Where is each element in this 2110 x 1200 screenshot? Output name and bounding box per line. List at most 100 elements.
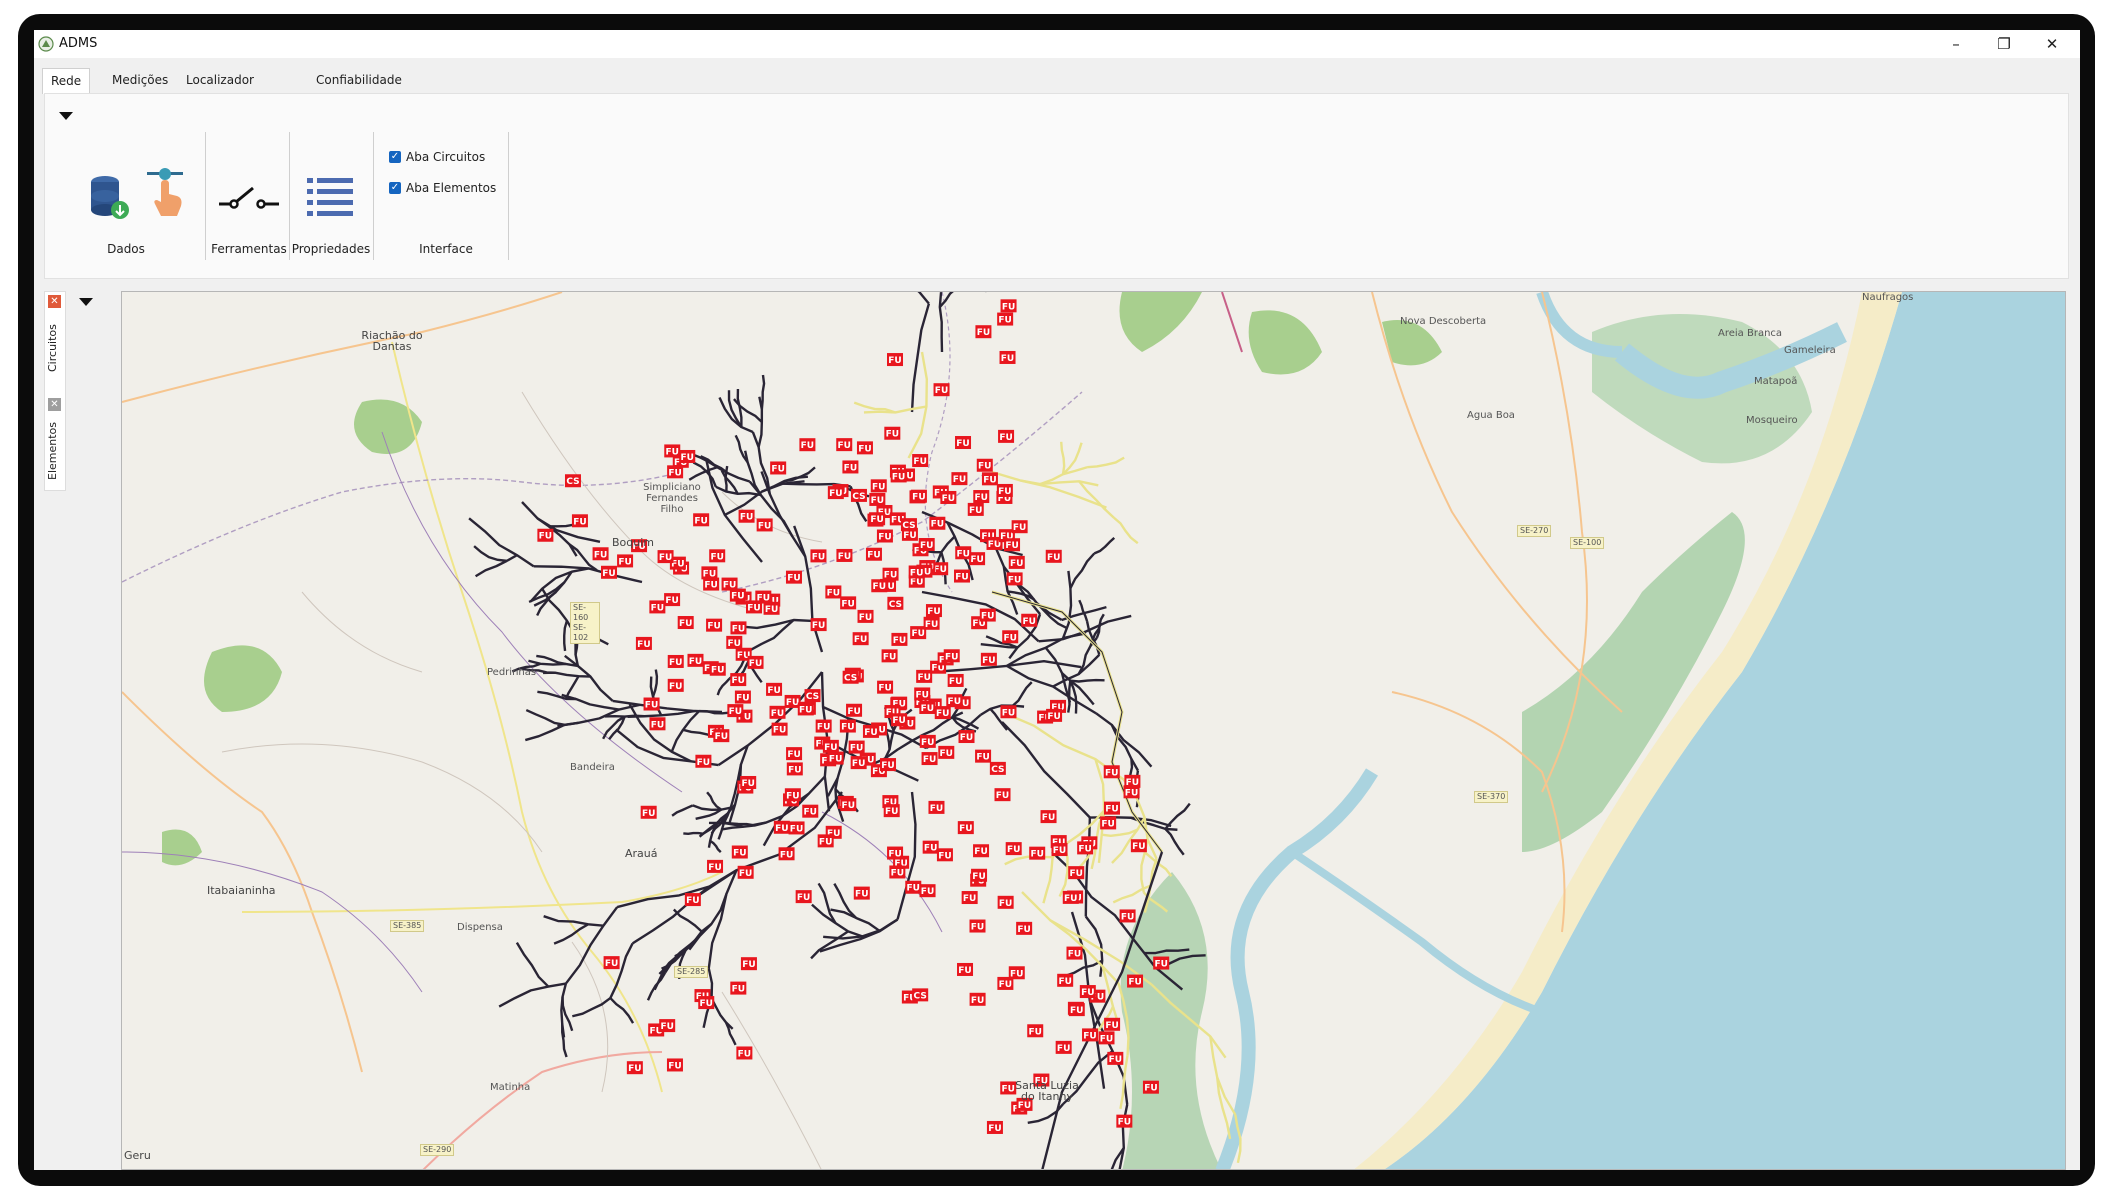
feeder-line[interactable] bbox=[572, 997, 612, 1018]
fuse-marker[interactable]: FU bbox=[747, 655, 764, 669]
feeder-line[interactable] bbox=[710, 997, 734, 1030]
fuse-marker[interactable]: FU bbox=[737, 865, 754, 879]
fuse-marker[interactable]: FU bbox=[869, 512, 886, 526]
fuse-marker[interactable]: FU bbox=[998, 429, 1015, 443]
fuse-marker[interactable]: FU bbox=[1153, 956, 1170, 970]
fuse-marker[interactable]: FU bbox=[731, 845, 748, 859]
fuse-marker[interactable]: FU bbox=[667, 678, 684, 692]
fuse-marker[interactable]: FU bbox=[1005, 842, 1022, 856]
fuse-marker[interactable]: FU bbox=[664, 593, 681, 607]
fuse-marker[interactable]: FU bbox=[975, 749, 992, 763]
fuse-marker[interactable]: FU bbox=[773, 820, 790, 834]
fuse-marker[interactable]: FU bbox=[975, 325, 992, 339]
fuse-marker[interactable]: FU bbox=[940, 490, 957, 504]
side-tab-circuitos[interactable]: Circuitos bbox=[46, 312, 59, 372]
feeder-line[interactable] bbox=[760, 374, 766, 410]
fuse-marker[interactable]: FU bbox=[919, 884, 936, 898]
fuse-marker[interactable]: FU bbox=[617, 554, 634, 568]
fuse-marker[interactable]: FU bbox=[786, 747, 803, 761]
fuse-marker[interactable]: FU bbox=[1011, 520, 1028, 534]
feeder-line[interactable] bbox=[1078, 599, 1089, 622]
fuse-marker[interactable]: FU bbox=[1055, 1040, 1072, 1054]
fuse-marker[interactable]: FU bbox=[799, 438, 816, 452]
feeder-line[interactable] bbox=[1004, 855, 1053, 866]
fuse-marker[interactable]: FU bbox=[730, 673, 747, 687]
feeder-line[interactable] bbox=[692, 804, 731, 812]
fuse-marker[interactable]: FU bbox=[740, 957, 757, 971]
fuse-marker[interactable]: FU bbox=[1062, 890, 1079, 904]
feeder-line[interactable] bbox=[1011, 681, 1033, 707]
fuse-marker[interactable]: FU bbox=[571, 514, 588, 528]
feeder-line[interactable] bbox=[1209, 1036, 1237, 1116]
feeder-line[interactable] bbox=[1069, 552, 1096, 589]
fuse-marker[interactable]: FU bbox=[865, 547, 882, 561]
feeder-line[interactable] bbox=[716, 677, 731, 696]
fuse-marker[interactable]: FU bbox=[961, 891, 978, 905]
fuse-marker[interactable]: FU bbox=[947, 673, 964, 687]
fuse-marker[interactable]: FU bbox=[817, 834, 834, 848]
fuse-marker[interactable]: FU bbox=[729, 588, 746, 602]
fuse-marker[interactable]: FU bbox=[1082, 1028, 1099, 1042]
feeder-line[interactable] bbox=[524, 721, 579, 742]
feeder-line[interactable] bbox=[1144, 948, 1190, 955]
ribbon-collapse-icon[interactable] bbox=[59, 112, 73, 120]
fuse-marker[interactable]: FU bbox=[698, 996, 715, 1010]
fuse-marker[interactable]: FU bbox=[1021, 613, 1038, 627]
fuse-marker[interactable]: FU bbox=[923, 616, 940, 630]
fuse-marker[interactable]: FU bbox=[938, 745, 955, 759]
fuse-marker[interactable]: FU bbox=[891, 713, 908, 727]
fuse-marker[interactable]: FU bbox=[1116, 1114, 1133, 1128]
fuse-marker[interactable]: CS bbox=[804, 689, 821, 703]
fuse-marker[interactable]: FU bbox=[1107, 1051, 1124, 1065]
fuse-marker[interactable]: FU bbox=[997, 976, 1014, 990]
fuse-marker[interactable]: FU bbox=[730, 621, 747, 635]
fuse-marker[interactable]: FU bbox=[1000, 299, 1017, 313]
fuse-marker[interactable]: FU bbox=[784, 788, 801, 802]
fuse-marker[interactable]: CS bbox=[850, 488, 867, 502]
feeder-line[interactable] bbox=[1084, 817, 1092, 917]
fuse-marker[interactable]: FU bbox=[730, 981, 747, 995]
fuse-marker[interactable]: FU bbox=[1000, 705, 1017, 719]
fuse-marker[interactable]: FU bbox=[839, 719, 856, 733]
fuse-marker[interactable]: FU bbox=[736, 1046, 753, 1060]
feeder-line[interactable] bbox=[1095, 712, 1153, 768]
fuse-marker[interactable]: FU bbox=[635, 636, 652, 650]
fuse-marker[interactable]: FU bbox=[912, 454, 929, 468]
feeder-line[interactable] bbox=[1001, 721, 1091, 819]
feeder-line[interactable] bbox=[1070, 678, 1105, 683]
switch-tool-icon[interactable] bbox=[217, 184, 281, 214]
feeder-line[interactable] bbox=[609, 942, 634, 999]
feeder-line[interactable] bbox=[938, 292, 944, 353]
database-download-icon[interactable] bbox=[87, 172, 135, 222]
feeder-line[interactable] bbox=[1102, 1169, 1120, 1170]
fuse-marker[interactable]: FU bbox=[713, 729, 730, 743]
feeder-line[interactable] bbox=[672, 908, 703, 933]
feeder-line[interactable] bbox=[525, 708, 565, 727]
fuse-marker[interactable]: FU bbox=[746, 600, 763, 614]
fuse-marker[interactable]: FU bbox=[869, 492, 886, 506]
close-button[interactable]: ✕ bbox=[2028, 30, 2076, 58]
feeder-line[interactable] bbox=[871, 733, 924, 766]
fuse-marker[interactable]: FU bbox=[769, 705, 786, 719]
fuse-marker[interactable]: FU bbox=[1130, 839, 1147, 853]
fuse-marker[interactable]: FU bbox=[786, 762, 803, 776]
checkbox-aba-circuitos[interactable]: ✓ Aba Circuitos bbox=[389, 150, 485, 164]
fuse-marker[interactable]: FU bbox=[969, 992, 986, 1006]
fuse-marker[interactable]: FU bbox=[640, 805, 657, 819]
fuse-marker[interactable]: FU bbox=[1051, 843, 1068, 857]
fuse-marker[interactable]: FU bbox=[889, 865, 906, 879]
fuse-marker[interactable]: FU bbox=[880, 758, 897, 772]
fuse-marker[interactable]: FU bbox=[1016, 921, 1033, 935]
feeder-line[interactable] bbox=[1093, 536, 1116, 555]
fuse-marker[interactable]: FU bbox=[954, 569, 971, 583]
feeder-line[interactable] bbox=[734, 434, 749, 464]
fuse-marker[interactable]: FU bbox=[1119, 909, 1136, 923]
fuse-marker[interactable]: FU bbox=[973, 490, 990, 504]
fuse-marker[interactable]: FU bbox=[1142, 1080, 1159, 1094]
feeder-line[interactable] bbox=[1112, 516, 1139, 545]
fuse-marker[interactable]: FU bbox=[709, 549, 726, 563]
fuse-marker[interactable]: FU bbox=[933, 383, 950, 397]
feeder-line[interactable] bbox=[651, 669, 659, 698]
feeder-line[interactable] bbox=[564, 906, 619, 985]
fuse-marker[interactable]: FU bbox=[1098, 1031, 1115, 1045]
